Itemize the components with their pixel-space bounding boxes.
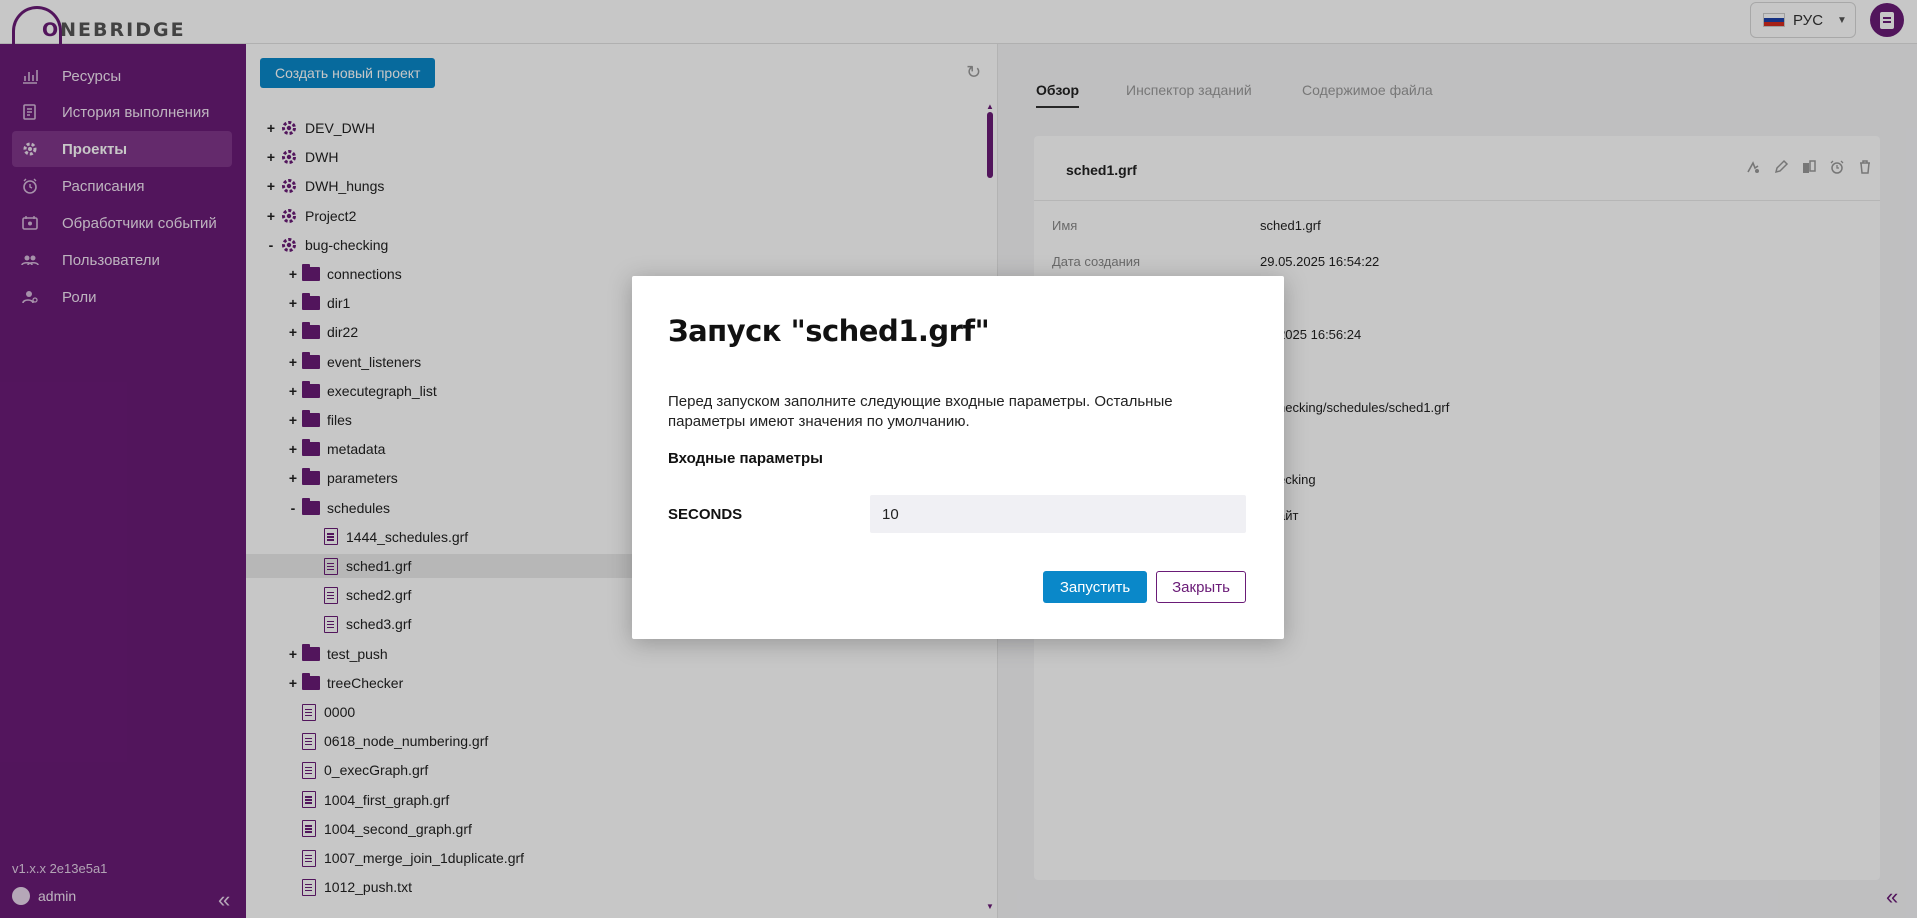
run-dialog: Запуск "sched1.grf" Перед запуском запол… xyxy=(632,276,1284,639)
dialog-title: Запуск "sched1.grf" xyxy=(668,314,990,348)
run-button[interactable]: Запустить xyxy=(1043,571,1147,603)
param-label: SECONDS xyxy=(668,506,743,523)
close-button[interactable]: Закрыть xyxy=(1156,571,1246,603)
dialog-subtitle: Входные параметры xyxy=(668,450,823,467)
seconds-input[interactable] xyxy=(870,495,1246,533)
dialog-description: Перед запуском заполните следующие входн… xyxy=(668,393,1173,430)
